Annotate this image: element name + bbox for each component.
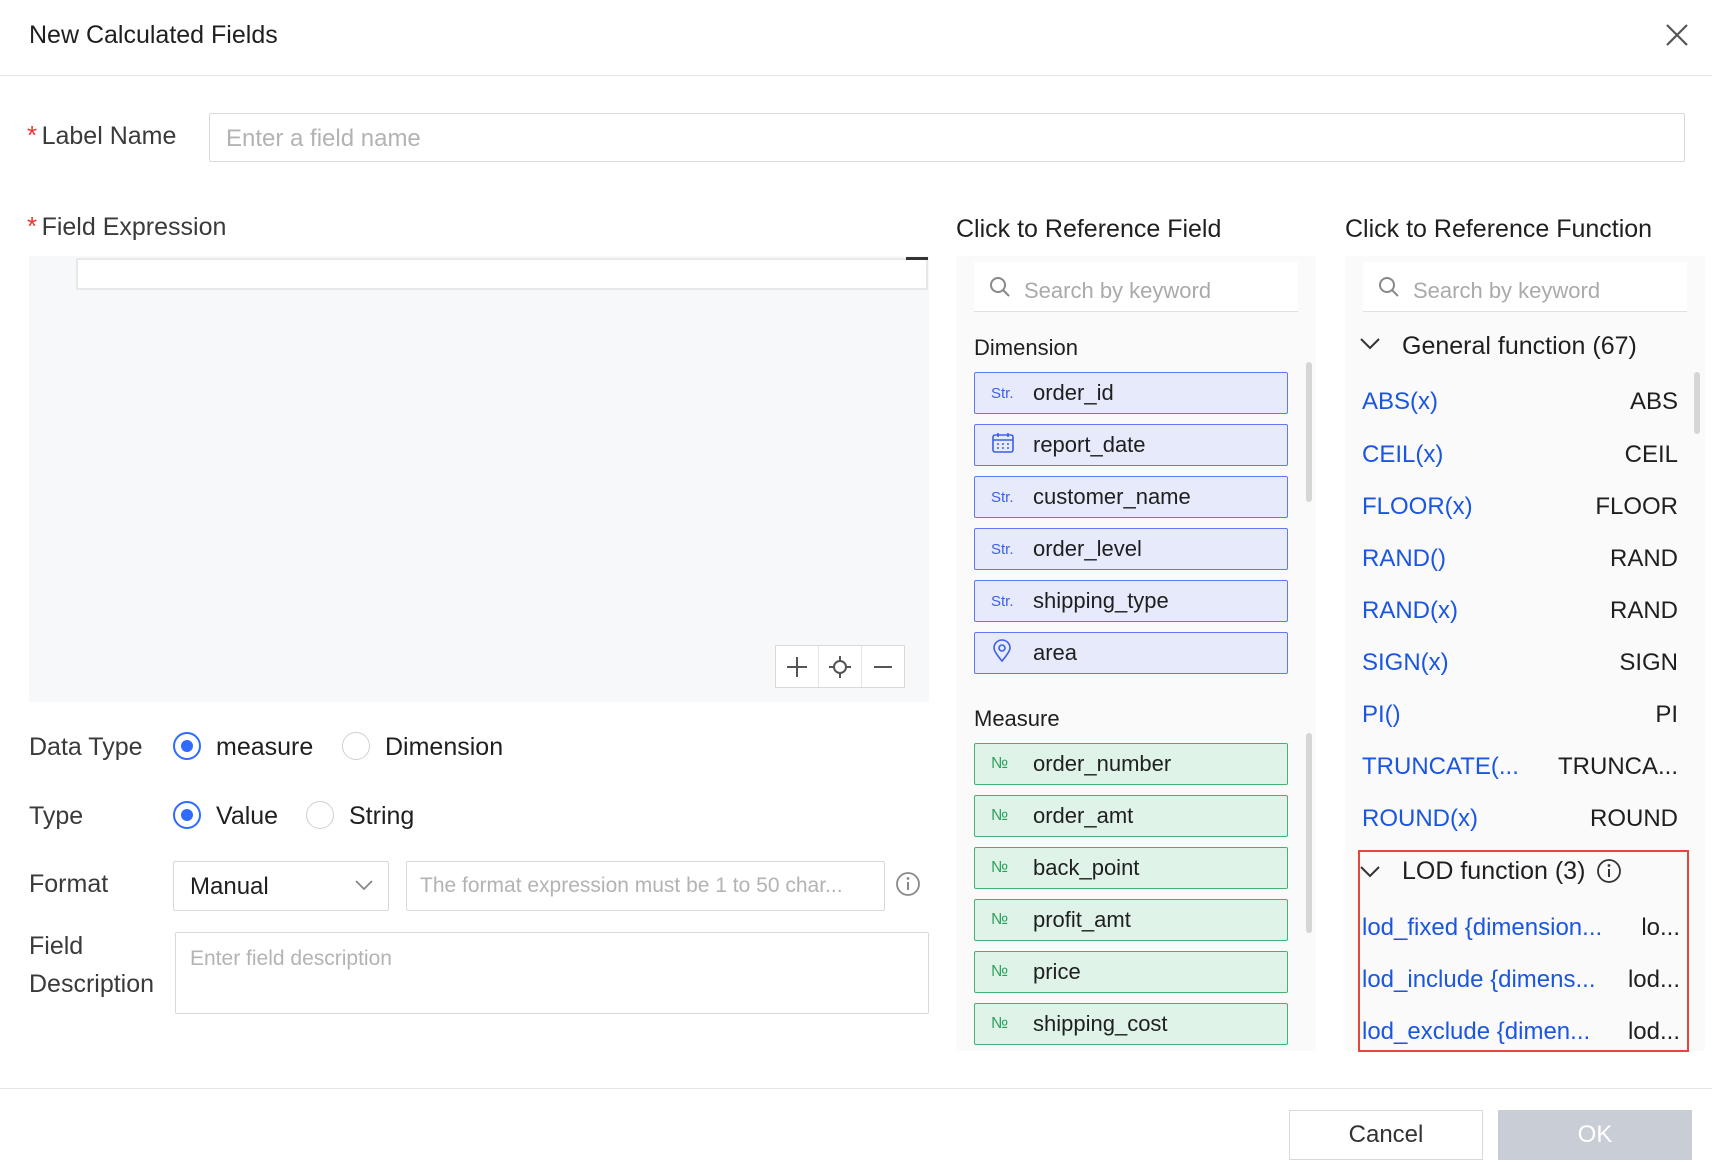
required-mark: * <box>27 211 38 241</box>
type-value-radio[interactable] <box>173 801 201 829</box>
type-label: Type <box>29 802 84 830</box>
function-search-input[interactable]: Search by keyword <box>1363 262 1687 312</box>
field-item[interactable]: № order_number <box>974 743 1288 785</box>
lod-function-item[interactable]: lod_include {dimens... lod... <box>1362 958 1680 1002</box>
format-select[interactable]: Manual <box>173 861 389 911</box>
field-description-input[interactable]: Enter field description <box>175 932 929 1014</box>
expression-editor[interactable] <box>29 256 929 702</box>
editor-collapse-icon[interactable] <box>906 257 928 260</box>
field-expression-label: * Field Expression <box>27 211 227 241</box>
chevron-down-icon <box>1360 338 1380 350</box>
function-item[interactable]: RAND(x) RAND <box>1362 589 1678 633</box>
number-type-icon: № <box>991 807 1009 824</box>
info-icon[interactable] <box>895 871 921 902</box>
function-item[interactable]: FLOOR(x) FLOOR <box>1362 485 1678 529</box>
field-item[interactable]: № order_amt <box>974 795 1288 837</box>
ok-button[interactable]: OK <box>1498 1110 1692 1160</box>
string-type-icon: Str. <box>991 592 1014 610</box>
editor-zoom-controls <box>775 645 905 688</box>
format-label: Format <box>29 870 109 898</box>
cancel-button[interactable]: Cancel <box>1289 1110 1483 1160</box>
field-item[interactable]: № shipping_cost <box>974 1003 1288 1045</box>
function-item[interactable]: RAND() RAND <box>1362 537 1678 581</box>
field-item[interactable]: Str. order_level <box>974 528 1288 570</box>
function-item[interactable]: SIGN(x) SIGN <box>1362 641 1678 685</box>
number-type-icon: № <box>991 1015 1009 1032</box>
reference-field-title: Click to Reference Field <box>956 215 1222 243</box>
lod-function-item[interactable]: lod_fixed {dimension... lo... <box>1362 906 1680 950</box>
label-name-label: * Label Name <box>27 120 177 150</box>
data-type-measure-label[interactable]: measure <box>216 733 313 762</box>
measure-scrollbar[interactable] <box>1306 733 1312 933</box>
function-item[interactable]: PI() PI <box>1362 693 1678 737</box>
function-item[interactable]: CEIL(x) CEIL <box>1362 433 1678 477</box>
function-item[interactable]: ABS(x) ABS <box>1362 380 1678 424</box>
search-icon <box>990 277 1010 297</box>
format-expression-input[interactable]: The format expression must be 1 to 50 ch… <box>406 861 885 911</box>
field-item[interactable]: Str. shipping_type <box>974 580 1288 622</box>
function-item[interactable]: TRUNCATE(... TRUNCA... <box>1362 745 1678 789</box>
string-type-icon: Str. <box>991 384 1014 402</box>
string-type-icon: Str. <box>991 540 1014 558</box>
general-function-toggle[interactable] <box>1358 334 1382 359</box>
field-item[interactable]: Str. order_id <box>974 372 1288 414</box>
chevron-down-icon <box>1360 866 1380 878</box>
data-type-measure-radio[interactable] <box>173 732 201 760</box>
dimension-scrollbar[interactable] <box>1306 362 1312 502</box>
type-value-label[interactable]: Value <box>216 802 278 831</box>
field-item[interactable]: area <box>974 632 1288 674</box>
function-scrollbar[interactable] <box>1694 372 1700 434</box>
chevron-down-icon <box>355 880 373 891</box>
number-type-icon: № <box>991 963 1009 980</box>
field-item[interactable]: № profit_amt <box>974 899 1288 941</box>
number-type-icon: № <box>991 911 1009 928</box>
field-item[interactable]: № back_point <box>974 847 1288 889</box>
data-type-dimension-radio[interactable] <box>342 732 370 760</box>
lod-function-item[interactable]: lod_exclude {dimen... lod... <box>1362 1010 1680 1054</box>
type-string-radio[interactable] <box>306 801 334 829</box>
reference-function-title: Click to Reference Function <box>1345 215 1653 243</box>
string-type-icon: Str. <box>991 488 1014 506</box>
close-icon[interactable] <box>1662 20 1692 50</box>
dialog-title: New Calculated Fields <box>29 21 278 49</box>
label-name-input[interactable]: Enter a field name <box>209 113 1685 162</box>
required-mark: * <box>27 120 38 150</box>
lod-function-label[interactable]: LOD function (3) <box>1402 857 1585 886</box>
dimension-section-label: Dimension <box>974 335 1078 360</box>
field-search-input[interactable]: Search by keyword <box>974 262 1298 312</box>
location-icon <box>975 639 1033 667</box>
number-type-icon: № <box>991 859 1009 876</box>
general-function-label[interactable]: General function (67) <box>1402 332 1637 361</box>
number-type-icon: № <box>991 755 1009 772</box>
calendar-icon <box>975 432 1033 458</box>
editor-input-line[interactable] <box>76 258 928 290</box>
zoom-in-icon[interactable] <box>776 646 819 687</box>
field-description-label: Field Description <box>29 932 155 998</box>
data-type-dimension-label[interactable]: Dimension <box>385 733 503 762</box>
type-string-label[interactable]: String <box>349 802 414 831</box>
field-item[interactable]: report_date <box>974 424 1288 466</box>
zoom-out-icon[interactable] <box>862 646 904 687</box>
field-item[interactable]: № price <box>974 951 1288 993</box>
field-item[interactable]: Str. customer_name <box>974 476 1288 518</box>
info-icon[interactable] <box>1596 858 1622 889</box>
data-type-label: Data Type <box>29 733 143 761</box>
locate-icon[interactable] <box>819 646 862 687</box>
function-item[interactable]: ROUND(x) ROUND <box>1362 797 1678 841</box>
lod-function-toggle[interactable] <box>1358 862 1382 887</box>
measure-section-label: Measure <box>974 706 1060 731</box>
search-icon <box>1379 277 1399 297</box>
